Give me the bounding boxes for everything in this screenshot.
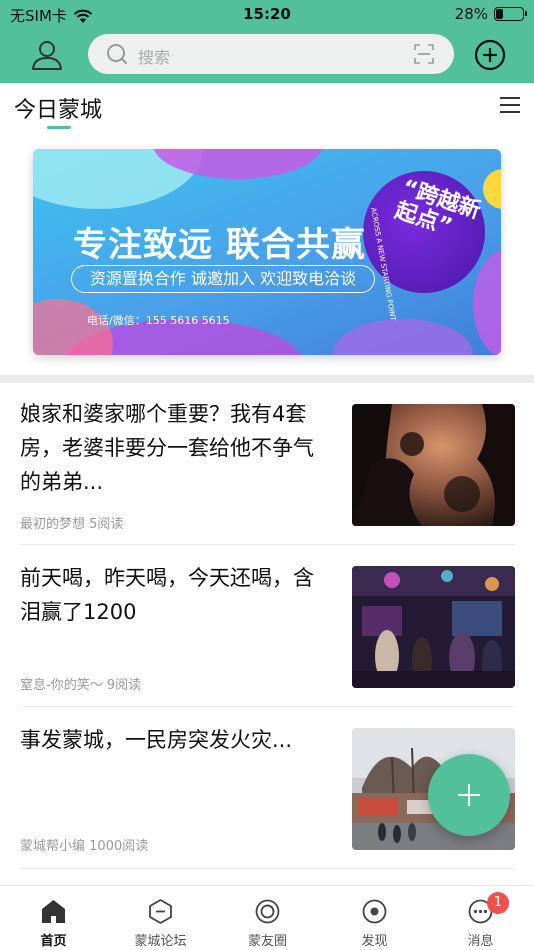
profile-icon[interactable] xyxy=(30,40,64,70)
tab-moments[interactable]: 蒙友圈 xyxy=(214,886,321,950)
news-title: 娘家和婆家哪个重要？我有4套房，老婆非要分一套给他不争气的弟弟... xyxy=(20,402,314,494)
tab-label: 消息 xyxy=(467,934,494,949)
circle-icon xyxy=(255,899,280,924)
news-title: 前天喝，昨天喝，今天还喝，含泪赢了1200 xyxy=(20,566,314,624)
tab-home[interactable]: 首页 xyxy=(0,886,107,950)
forum-icon xyxy=(149,899,172,924)
unread-badge: 1 xyxy=(487,892,509,914)
tab-discover[interactable]: 发现 xyxy=(321,886,428,950)
banner-tagline: 资源置换合作 诚邀加入 欢迎致电洽谈 xyxy=(71,265,375,293)
news-thumbnail xyxy=(352,566,515,688)
battery-percent: 28% xyxy=(454,5,488,23)
news-meta: 蒙城帮小编 1000阅读 xyxy=(20,839,149,854)
divider xyxy=(20,868,515,869)
search-input[interactable]: 搜索 xyxy=(88,34,454,74)
top-header: 无SIM卡 15:20 28% 搜索 xyxy=(0,0,534,83)
home-icon xyxy=(42,900,65,923)
news-thumbnail xyxy=(352,404,515,526)
discover-icon xyxy=(362,899,387,924)
tab-bar: 首页 蒙城论坛 蒙友圈 发现 消息 1 xyxy=(0,885,534,950)
news-meta: 窒息-你的笑～ 9阅读 xyxy=(20,678,142,693)
scan-icon[interactable] xyxy=(414,44,434,64)
section-divider xyxy=(0,375,534,383)
tab-label: 首页 xyxy=(40,934,67,949)
section-title[interactable]: 今日蒙城 xyxy=(14,92,102,124)
tab-messages[interactable]: 消息 1 xyxy=(427,886,534,950)
news-item[interactable]: 前天喝，昨天喝，今天还喝，含泪赢了1200 窒息-你的笑～ 9阅读 xyxy=(0,545,534,707)
tab-forum[interactable]: 蒙城论坛 xyxy=(107,886,214,950)
section-title-indicator xyxy=(47,126,71,129)
tab-label: 蒙城论坛 xyxy=(134,934,187,949)
banner-contact: 电话/微信：155 5616 5615 xyxy=(87,314,230,327)
promo-banner[interactable]: “跨越新起点” ACROSS A NEW STARTING POINT 专注致远… xyxy=(33,149,501,355)
tab-label: 蒙友圈 xyxy=(247,934,287,949)
menu-icon[interactable] xyxy=(500,97,520,115)
banner-decoration xyxy=(473,249,501,355)
search-placeholder: 搜索 xyxy=(138,48,171,67)
news-meta: 最初的梦想 5阅读 xyxy=(20,517,124,532)
battery-icon xyxy=(494,7,527,21)
status-bar: 无SIM卡 15:20 28% xyxy=(0,0,534,28)
battery-level xyxy=(496,9,503,19)
news-item[interactable]: 娘家和婆家哪个重要？我有4套房，老婆非要分一套给他不争气的弟弟... 最初的梦想… xyxy=(0,383,534,545)
add-icon[interactable] xyxy=(474,39,506,71)
news-title: 事发蒙城，一民房突发火灾... xyxy=(20,728,293,752)
compose-fab-button[interactable] xyxy=(428,754,510,836)
tab-label: 发现 xyxy=(361,934,388,949)
search-icon xyxy=(107,44,127,64)
banner-headline: 专注致远 联合共赢 xyxy=(73,225,366,265)
banner-decoration xyxy=(333,319,473,355)
